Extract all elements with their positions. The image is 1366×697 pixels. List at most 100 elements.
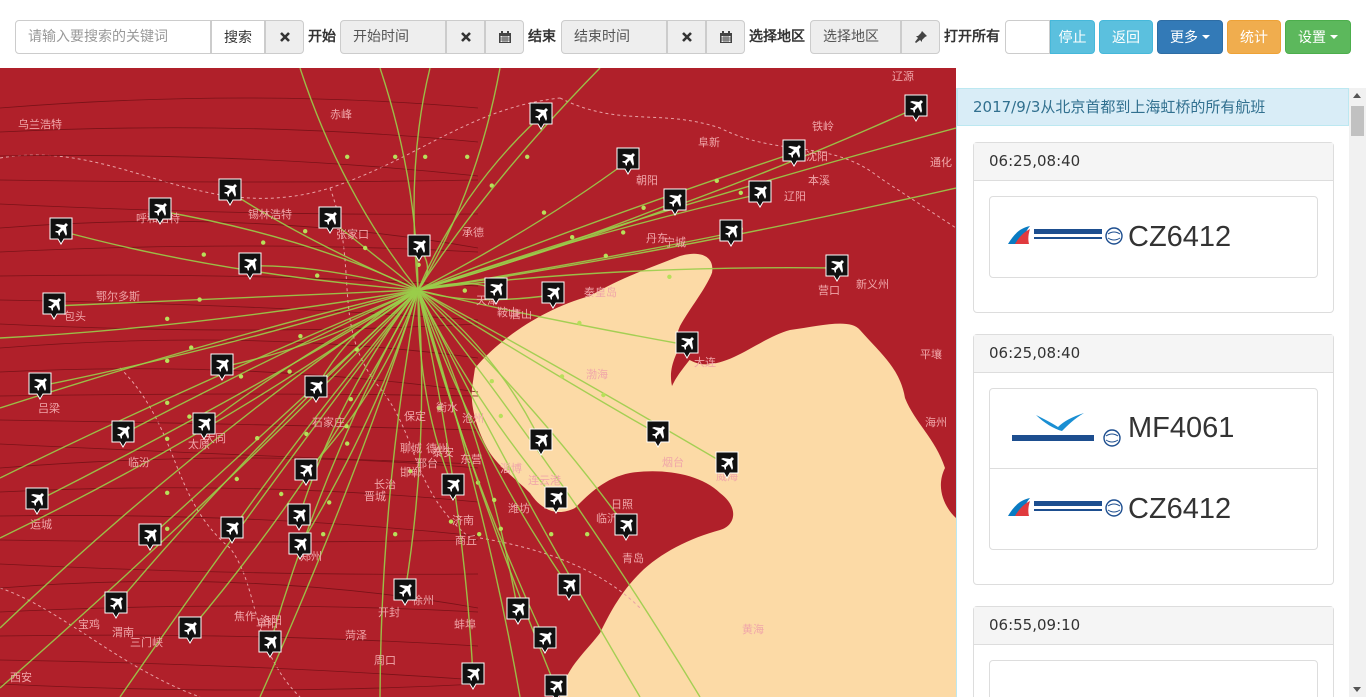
city-label: 西安 <box>10 670 32 684</box>
flight-item[interactable]: MF4061 <box>990 389 1317 469</box>
airplane-icon[interactable] <box>719 219 743 247</box>
airplane-icon[interactable] <box>825 254 849 282</box>
route-arrow <box>462 288 467 293</box>
airplane-icon[interactable] <box>111 420 135 448</box>
map-canvas[interactable]: 辽源铁岭阜新沈阳本溪通化锡林浩特朝阳辽阳呼和浩特张家口丹东新义州宁城秦皇岛营口鞍… <box>0 68 956 697</box>
city-label: 长治 <box>374 477 396 491</box>
airplane-icon[interactable] <box>614 513 638 541</box>
road-line <box>0 487 479 503</box>
route-arrow <box>165 526 170 531</box>
scroll-thumb[interactable] <box>1351 106 1364 136</box>
end-time-input[interactable]: 结束时间 <box>561 20 667 54</box>
airplane-icon[interactable] <box>218 178 242 206</box>
route-arrow <box>570 235 575 240</box>
flight-item[interactable]: CZ6412 <box>990 197 1317 277</box>
road-line <box>0 683 479 691</box>
city-label: 朝阳 <box>636 174 658 187</box>
route-arrow <box>492 497 497 503</box>
scroll-up-icon[interactable] <box>1353 93 1361 98</box>
airplane-icon[interactable] <box>287 503 311 531</box>
airplane-icon[interactable] <box>104 591 128 619</box>
airplane-icon[interactable] <box>529 428 553 456</box>
airplane-icon[interactable] <box>393 578 417 606</box>
clear-start-button[interactable] <box>446 20 485 54</box>
city-label: 济南 <box>452 513 474 527</box>
city-label: 新义州 <box>856 277 889 291</box>
airplane-icon[interactable] <box>484 277 508 305</box>
stats-button[interactable]: 统计 <box>1227 20 1281 54</box>
flight-map[interactable]: 辽源铁岭阜新沈阳本溪通化锡林浩特朝阳辽阳呼和浩特张家口丹东新义州宁城秦皇岛营口鞍… <box>0 68 956 697</box>
airplane-icon[interactable] <box>541 281 565 309</box>
stop-button[interactable]: 停止 <box>1050 20 1095 54</box>
city-label: 临汾 <box>128 455 150 469</box>
city-label: 宝鸡 <box>78 617 100 631</box>
clear-end-button[interactable] <box>667 20 706 54</box>
airplane-icon[interactable] <box>533 626 557 654</box>
airplane-icon[interactable] <box>25 487 49 515</box>
route-arrow <box>321 532 326 537</box>
airplane-icon[interactable] <box>238 252 262 280</box>
xiamenair-logo <box>1006 405 1124 453</box>
airplane-icon[interactable] <box>318 206 342 234</box>
airplane-icon[interactable] <box>138 523 162 551</box>
airplane-icon[interactable] <box>557 573 581 601</box>
airplane-icon[interactable] <box>544 674 568 697</box>
airplane-icon[interactable] <box>210 353 234 381</box>
airplane-icon[interactable] <box>407 234 431 262</box>
search-button[interactable]: 搜索 <box>211 20 265 54</box>
start-time-input[interactable]: 开始时间 <box>340 20 446 54</box>
flight-route <box>0 289 419 629</box>
flight-list: MF4061 CZ6412 <box>989 388 1318 550</box>
city-label: 石家庄 <box>312 415 345 429</box>
airplane-icon[interactable] <box>529 102 553 130</box>
airplane-icon[interactable] <box>49 217 73 245</box>
airplane-icon[interactable] <box>441 473 465 501</box>
road-line <box>0 659 479 681</box>
search-input[interactable]: 请输入要搜索的关键词 <box>15 20 211 54</box>
airplane-icon[interactable] <box>904 94 928 122</box>
chevron-down-icon <box>1330 35 1338 39</box>
airplane-icon[interactable] <box>616 147 640 175</box>
airplane-icon[interactable] <box>42 292 66 320</box>
airplane-icon[interactable] <box>220 516 244 544</box>
airplane-icon[interactable] <box>506 597 530 625</box>
region-pin-button[interactable] <box>901 20 940 54</box>
route-arrow <box>165 400 170 405</box>
airplane-icon[interactable] <box>148 197 172 225</box>
airplane-icon[interactable] <box>28 372 52 400</box>
city-label: 渤海 <box>586 367 608 381</box>
airplane-icon[interactable] <box>258 630 282 658</box>
airplane-icon[interactable] <box>646 420 670 448</box>
city-label: 青岛 <box>622 551 644 565</box>
airplane-icon[interactable] <box>715 451 739 479</box>
airplane-icon[interactable] <box>675 331 699 359</box>
city-label: 开封 <box>378 605 400 619</box>
route-arrow <box>423 154 428 159</box>
settings-button[interactable]: 设置 <box>1285 20 1351 54</box>
scroll-down-icon[interactable] <box>1353 687 1361 692</box>
airplane-icon[interactable] <box>294 458 318 486</box>
start-calendar-button[interactable] <box>485 20 524 54</box>
airplane-icon[interactable] <box>544 486 568 514</box>
region-input[interactable]: 选择地区 <box>810 20 901 54</box>
airplane-icon[interactable] <box>461 662 485 690</box>
back-button[interactable]: 返回 <box>1099 20 1153 54</box>
flight-item[interactable]: CZ6412 <box>990 469 1317 549</box>
panel-scrollbar[interactable] <box>1349 88 1366 697</box>
airplane-icon[interactable] <box>288 532 312 560</box>
route-arrow <box>641 205 646 210</box>
route-arrow <box>498 413 503 419</box>
open-all-input[interactable] <box>1005 20 1050 54</box>
airplane-icon[interactable] <box>192 412 216 440</box>
city-label: 潍坊 <box>508 501 530 515</box>
city-label: 东营 <box>460 452 482 466</box>
end-calendar-button[interactable] <box>706 20 745 54</box>
route-arrow <box>498 526 503 531</box>
airplane-icon[interactable] <box>304 375 328 403</box>
more-button[interactable]: 更多 <box>1157 20 1223 54</box>
airplane-icon[interactable] <box>178 616 202 644</box>
airplane-icon[interactable] <box>663 188 687 216</box>
airplane-icon[interactable] <box>748 180 772 208</box>
airplane-icon[interactable] <box>782 139 806 167</box>
clear-search-button[interactable] <box>265 20 304 54</box>
